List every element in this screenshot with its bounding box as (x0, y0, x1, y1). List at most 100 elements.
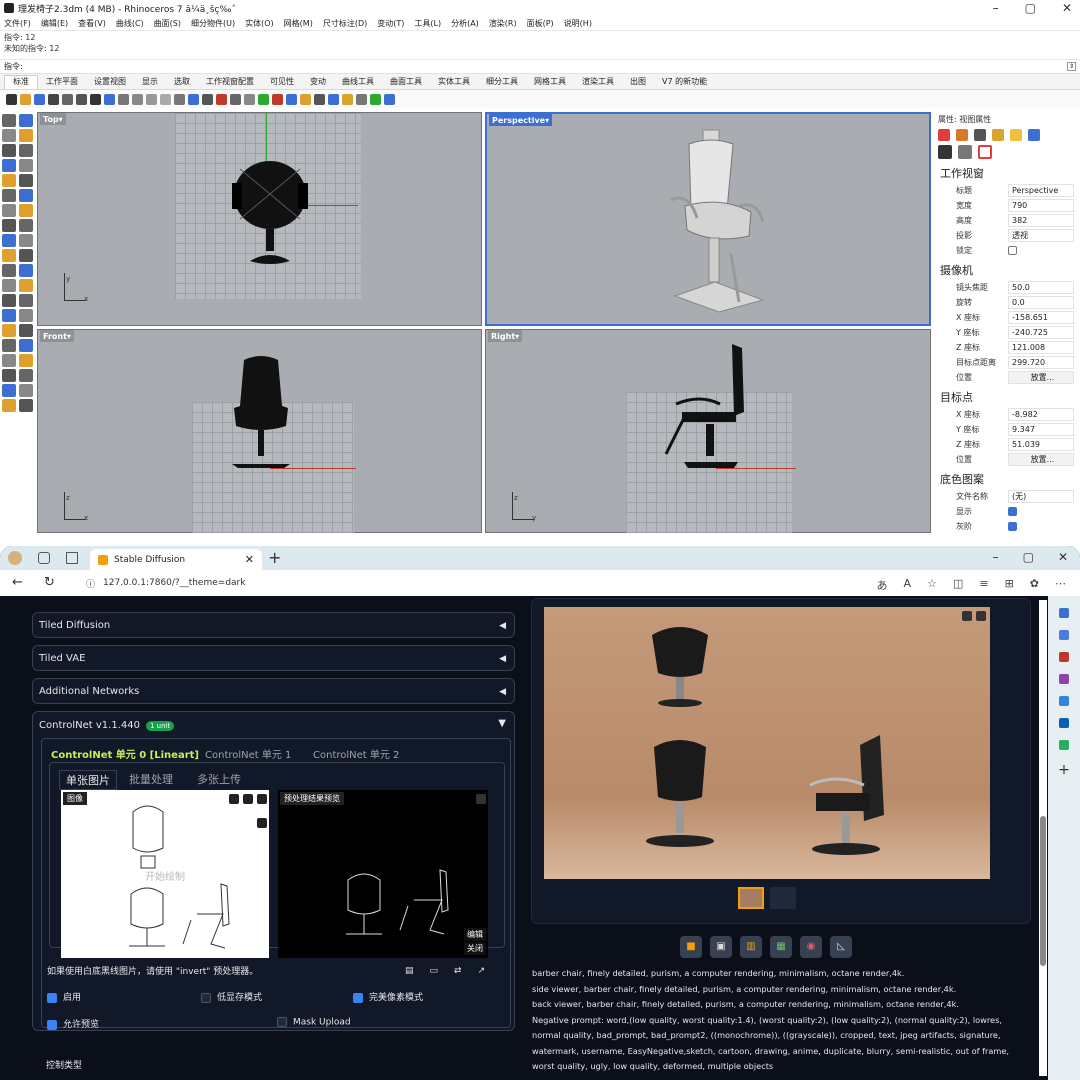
tool-icon[interactable] (118, 93, 129, 105)
toolbar-tab[interactable]: 曲线工具 (334, 76, 382, 89)
toolbar-tab[interactable]: 实体工具 (430, 76, 478, 89)
page-scrollbar[interactable] (1039, 600, 1047, 1076)
tab-stable-diffusion[interactable]: Stable Diffusion ✕ (90, 549, 262, 570)
tool-icon[interactable] (19, 219, 33, 232)
maximize-icon[interactable]: ▢ (1023, 550, 1034, 564)
lock-checkbox[interactable] (1008, 246, 1017, 255)
menu-item[interactable]: 网格(M) (284, 18, 313, 29)
extensions-icon[interactable]: ✿ (1030, 577, 1039, 593)
send-to-extras-icon[interactable]: ◺ (830, 936, 852, 958)
prop-value[interactable]: 透视 (1008, 229, 1074, 242)
toolbar-tab[interactable]: 出图 (622, 76, 654, 89)
expand-icon[interactable]: ▼ (498, 718, 506, 729)
tool-icon[interactable] (2, 174, 16, 187)
tool-icon[interactable] (272, 93, 283, 105)
send-icon[interactable]: ↗ (478, 966, 486, 976)
remove-icon[interactable] (257, 794, 267, 804)
tool-icon[interactable] (6, 93, 17, 105)
zip-icon[interactable]: ▥ (740, 936, 762, 958)
office-icon[interactable] (1059, 696, 1069, 706)
brush-icon[interactable] (257, 818, 267, 828)
tool-icon[interactable] (300, 93, 311, 105)
translate-icon[interactable]: あ (877, 577, 888, 593)
color-wheel-icon[interactable] (938, 129, 950, 141)
prop-value[interactable]: -240.725 (1008, 326, 1074, 339)
viewport-right[interactable]: Right ▾ z y (485, 329, 931, 533)
tool-icon[interactable] (76, 93, 87, 105)
menu-item[interactable]: 渲染(R) (489, 18, 517, 29)
tool-icon[interactable] (244, 93, 255, 105)
accordion-tiled-diffusion[interactable]: Tiled Diffusion ◀ (32, 612, 515, 638)
allow-preview-checkbox[interactable]: 允许预览 (47, 1017, 99, 1030)
tool-icon[interactable] (19, 279, 33, 292)
tool-icon[interactable] (20, 93, 31, 105)
accordion-additional-networks[interactable]: Additional Networks ◀ (32, 678, 515, 704)
tool-icon[interactable] (328, 93, 339, 105)
scroll-thumb[interactable] (1040, 816, 1046, 966)
thumbnail-0[interactable] (738, 887, 764, 909)
command-input[interactable]: 指令: ⇕ (0, 60, 1080, 74)
menu-item[interactable]: 实体(O) (245, 18, 274, 29)
thumbnail-1[interactable] (770, 887, 796, 909)
tool-icon[interactable] (62, 93, 73, 105)
url-field[interactable]: ⓘ 127.0.0.1:7860/?__theme=dark (80, 573, 920, 593)
light-icon[interactable] (974, 129, 986, 141)
close-icon[interactable] (962, 611, 972, 621)
tool-icon[interactable] (19, 249, 33, 262)
close-tab-icon[interactable]: ✕ (245, 553, 254, 566)
toolbar-tab[interactable]: 工作视窗配置 (198, 76, 262, 89)
tab-single-image[interactable]: 单张图片 (59, 770, 117, 790)
prop-value[interactable]: Perspective (1008, 184, 1074, 197)
favorites-icon[interactable]: ≡ (979, 577, 988, 593)
toolbar-tab[interactable]: 可见性 (262, 76, 302, 89)
tool-icon[interactable] (2, 159, 16, 172)
tool-icon[interactable] (132, 93, 143, 105)
tool-icon[interactable] (2, 399, 16, 412)
send-to-img2img-icon[interactable]: ▦ (770, 936, 792, 958)
input-image-canvas[interactable]: 图像 开始绘制 (61, 790, 269, 958)
tool-icon[interactable] (19, 129, 33, 142)
view-icon[interactable] (978, 145, 992, 159)
maximize-icon[interactable]: ▢ (1025, 1, 1036, 15)
controlnet-header[interactable]: ControlNet v1.1.440 1 unit (39, 720, 175, 731)
toolbar-tab[interactable]: 选取 (166, 76, 198, 89)
toolbar-tab[interactable]: V7 的新功能 (654, 76, 715, 89)
menu-item[interactable]: 细分物件(U) (191, 18, 235, 29)
tool-icon[interactable] (146, 93, 157, 105)
place-button[interactable]: 放置... (1008, 453, 1074, 466)
tool-icon[interactable] (2, 234, 16, 247)
menu-icon[interactable]: ⋯ (1055, 577, 1066, 593)
viewport-label[interactable]: Right ▾ (488, 330, 523, 342)
info-icon[interactable]: ⓘ (86, 577, 95, 590)
viewport-label[interactable]: Perspective ▾ (489, 114, 553, 126)
tool-icon[interactable] (2, 354, 16, 367)
image-icon[interactable] (1028, 129, 1040, 141)
drop-icon[interactable] (1059, 740, 1069, 750)
toolbar-tab[interactable]: 变动 (302, 76, 334, 89)
material-icon[interactable] (956, 129, 968, 141)
pen-icon[interactable] (992, 129, 1004, 141)
tool-icon[interactable] (370, 93, 381, 105)
tool-icon[interactable] (19, 369, 33, 382)
tool-icon[interactable] (2, 189, 16, 202)
menu-item[interactable]: 分析(A) (451, 18, 479, 29)
prop-value[interactable]: 50.0 (1008, 281, 1074, 294)
tool-icon[interactable] (188, 93, 199, 105)
tool-icon[interactable] (216, 93, 227, 105)
menu-item[interactable]: 文件(F) (4, 18, 31, 29)
prop-value[interactable]: 51.039 (1008, 438, 1074, 451)
games-icon[interactable] (1059, 674, 1069, 684)
add-icon[interactable]: + (1048, 762, 1080, 778)
show-checkbox[interactable] (1008, 507, 1017, 516)
download-icon[interactable] (476, 794, 486, 804)
toolbar-tab[interactable]: 设置视图 (86, 76, 134, 89)
tool-icon[interactable] (34, 93, 45, 105)
document-icon[interactable]: ▤ (405, 966, 414, 976)
tool-icon[interactable] (2, 324, 16, 337)
close-icon[interactable]: ✕ (1058, 550, 1068, 564)
search-icon[interactable] (1059, 608, 1069, 618)
camera-icon[interactable] (938, 145, 952, 159)
tool-icon[interactable] (230, 93, 241, 105)
tool-icon[interactable] (2, 279, 16, 292)
toolbar-tab[interactable]: 曲面工具 (382, 76, 430, 89)
